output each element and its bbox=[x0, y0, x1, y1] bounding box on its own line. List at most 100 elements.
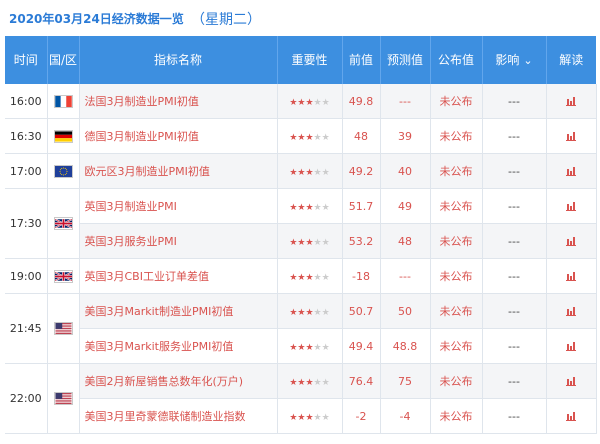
interpret-button[interactable] bbox=[546, 223, 597, 259]
effect-value: --- bbox=[482, 153, 547, 189]
effect-value: --- bbox=[482, 258, 547, 294]
actual-value: 未公布 bbox=[430, 258, 483, 294]
us-flag-icon bbox=[53, 322, 73, 336]
forecast-value: --- bbox=[380, 84, 431, 119]
table-row[interactable]: 美国3月里奇蒙德联储制造业指数 ★★★★★ -2 -4 未公布 --- bbox=[5, 398, 597, 434]
forecast-value: 75 bbox=[380, 363, 431, 399]
bar-chart-icon bbox=[566, 97, 576, 106]
time-cell: 22:00 bbox=[5, 363, 48, 434]
table-row[interactable]: 21:45 美国3月Markit制造业PMI初值 ★★★★★ 50.7 50 未公布 --- bbox=[5, 293, 597, 364]
bar-chart-icon bbox=[566, 377, 576, 386]
effect-value: --- bbox=[482, 223, 547, 259]
page-title: 2020年03月24日经济数据一览 bbox=[9, 12, 184, 26]
indicator-name-link[interactable]: 美国3月Markit制造业PMI初值 bbox=[79, 293, 278, 329]
indicator-name-link[interactable]: 英国3月CBI工业订单差值 bbox=[79, 258, 278, 294]
country-cell bbox=[47, 293, 80, 364]
interpret-button[interactable] bbox=[546, 258, 597, 294]
table-row[interactable]: 16:00 法国3月制造业PMI初值 ★★★★★ 49.8 --- 未公布 --- bbox=[5, 84, 597, 119]
importance-stars: ★★★★★ bbox=[277, 188, 343, 224]
indicator-name-link[interactable]: 欧元区3月制造业PMI初值 bbox=[79, 153, 278, 189]
table-row[interactable]: 英国3月服务业PMI ★★★★★ 53.2 48 未公布 --- bbox=[5, 223, 597, 259]
interpret-button[interactable] bbox=[546, 398, 597, 434]
uk-flag-icon bbox=[53, 217, 73, 231]
indicator-name-link[interactable]: 英国3月服务业PMI bbox=[79, 223, 278, 259]
actual-value: 未公布 bbox=[430, 328, 483, 364]
indicator-name-link[interactable]: 美国3月里奇蒙德联储制造业指数 bbox=[79, 398, 278, 434]
time-cell: 16:00 bbox=[5, 84, 48, 119]
indicator-name-link[interactable]: 美国3月Markit服务业PMI初值 bbox=[79, 328, 278, 364]
previous-value: 48 bbox=[342, 118, 381, 154]
indicator-name-link[interactable]: 英国3月制造业PMI bbox=[79, 188, 278, 224]
importance-stars: ★★★★★ bbox=[277, 223, 343, 259]
indicator-name-link[interactable]: 德国3月制造业PMI初值 bbox=[79, 118, 278, 154]
bar-chart-icon bbox=[566, 307, 576, 316]
forecast-value: 40 bbox=[380, 153, 431, 189]
indicator-name-link[interactable]: 美国2月新屋销售总数年化(万户) bbox=[79, 363, 278, 399]
interpret-button[interactable] bbox=[546, 84, 597, 119]
actual-value: 未公布 bbox=[430, 293, 483, 329]
importance-stars: ★★★★★ bbox=[277, 258, 343, 294]
header-actual: 公布值 bbox=[429, 36, 482, 84]
time-cell: 17:30 bbox=[5, 188, 48, 259]
interpret-button[interactable] bbox=[546, 293, 597, 329]
actual-value: 未公布 bbox=[430, 188, 483, 224]
table-row[interactable]: 19:00 英国3月CBI工业订单差值 ★★★★★ -18 --- 未公布 --- bbox=[5, 258, 597, 294]
table-body: 16:00 法国3月制造业PMI初值 ★★★★★ 49.8 --- 未公布 --- 16:30… bbox=[5, 84, 597, 434]
previous-value: 51.7 bbox=[342, 188, 381, 224]
actual-value: 未公布 bbox=[430, 363, 483, 399]
interpret-button[interactable] bbox=[546, 118, 597, 154]
previous-value: 49.2 bbox=[342, 153, 381, 189]
header-effect-dropdown[interactable]: 影响 ⌄ bbox=[481, 36, 546, 84]
previous-value: 50.7 bbox=[342, 293, 381, 329]
table-row[interactable]: 17:30 英国3月制造业PMI ★★★★★ 51.7 49 未公布 --- bbox=[5, 188, 597, 259]
actual-value: 未公布 bbox=[430, 84, 483, 119]
table-row[interactable]: 美国3月Markit服务业PMI初值 ★★★★★ 49.4 48.8 未公布 --- bbox=[5, 328, 597, 364]
previous-value: -2 bbox=[342, 398, 381, 434]
bar-chart-icon bbox=[566, 167, 576, 176]
bar-chart-icon bbox=[566, 237, 576, 246]
effect-value: --- bbox=[482, 293, 547, 329]
forecast-value: --- bbox=[380, 258, 431, 294]
country-cell bbox=[47, 118, 80, 154]
interpret-button[interactable] bbox=[546, 363, 597, 399]
bar-chart-icon bbox=[566, 342, 576, 351]
header-country: 国/区 bbox=[46, 36, 79, 84]
importance-stars: ★★★★★ bbox=[277, 363, 343, 399]
interpret-button[interactable] bbox=[546, 188, 597, 224]
time-cell: 21:45 bbox=[5, 293, 48, 364]
bar-chart-icon bbox=[566, 202, 576, 211]
bar-chart-icon bbox=[566, 132, 576, 141]
country-cell bbox=[47, 258, 80, 294]
forecast-value: 48.8 bbox=[380, 328, 431, 364]
importance-stars: ★★★★★ bbox=[277, 398, 343, 434]
germany-flag-icon bbox=[53, 129, 73, 143]
effect-value: --- bbox=[482, 118, 547, 154]
table-row[interactable]: 16:30 德国3月制造业PMI初值 ★★★★★ 48 39 未公布 --- bbox=[5, 118, 597, 154]
interpret-button[interactable] bbox=[546, 328, 597, 364]
title-bar: 2020年03月24日经济数据一览 （星期二） bbox=[0, 0, 600, 34]
interpret-button[interactable] bbox=[546, 153, 597, 189]
bar-chart-icon bbox=[566, 272, 576, 281]
table-row[interactable]: 17:00 欧元区3月制造业PMI初值 ★★★★★ 49.2 40 未公布 --- bbox=[5, 153, 597, 189]
header-effect-label: 影响 bbox=[495, 52, 520, 67]
forecast-value: 48 bbox=[380, 223, 431, 259]
header-indicator: 指标名称 bbox=[78, 36, 277, 84]
eu-flag-icon bbox=[53, 164, 73, 178]
previous-value: 53.2 bbox=[342, 223, 381, 259]
effect-value: --- bbox=[482, 188, 547, 224]
actual-value: 未公布 bbox=[430, 223, 483, 259]
importance-stars: ★★★★★ bbox=[277, 84, 343, 119]
forecast-value: -4 bbox=[380, 398, 431, 434]
indicator-name-link[interactable]: 法国3月制造业PMI初值 bbox=[79, 84, 278, 119]
actual-value: 未公布 bbox=[430, 398, 483, 434]
economic-calendar-table: 时间 国/区 指标名称 重要性 前值 预测值 公布值 影响 ⌄ 解读 16:00 法… bbox=[5, 36, 597, 434]
effect-value: --- bbox=[482, 363, 547, 399]
importance-stars: ★★★★★ bbox=[277, 328, 343, 364]
previous-value: 76.4 bbox=[342, 363, 381, 399]
calendar-table-container: 时间 国/区 指标名称 重要性 前值 预测值 公布值 影响 ⌄ 解读 16:00 法… bbox=[5, 36, 597, 434]
effect-value: --- bbox=[482, 398, 547, 434]
importance-stars: ★★★★★ bbox=[277, 293, 343, 329]
table-row[interactable]: 22:00 美国2月新屋销售总数年化(万户) ★★★★★ 76.4 75 未公布 --- bbox=[5, 363, 597, 434]
table-header-row: 时间 国/区 指标名称 重要性 前值 预测值 公布值 影响 ⌄ 解读 bbox=[5, 36, 596, 84]
france-flag-icon bbox=[53, 94, 73, 108]
